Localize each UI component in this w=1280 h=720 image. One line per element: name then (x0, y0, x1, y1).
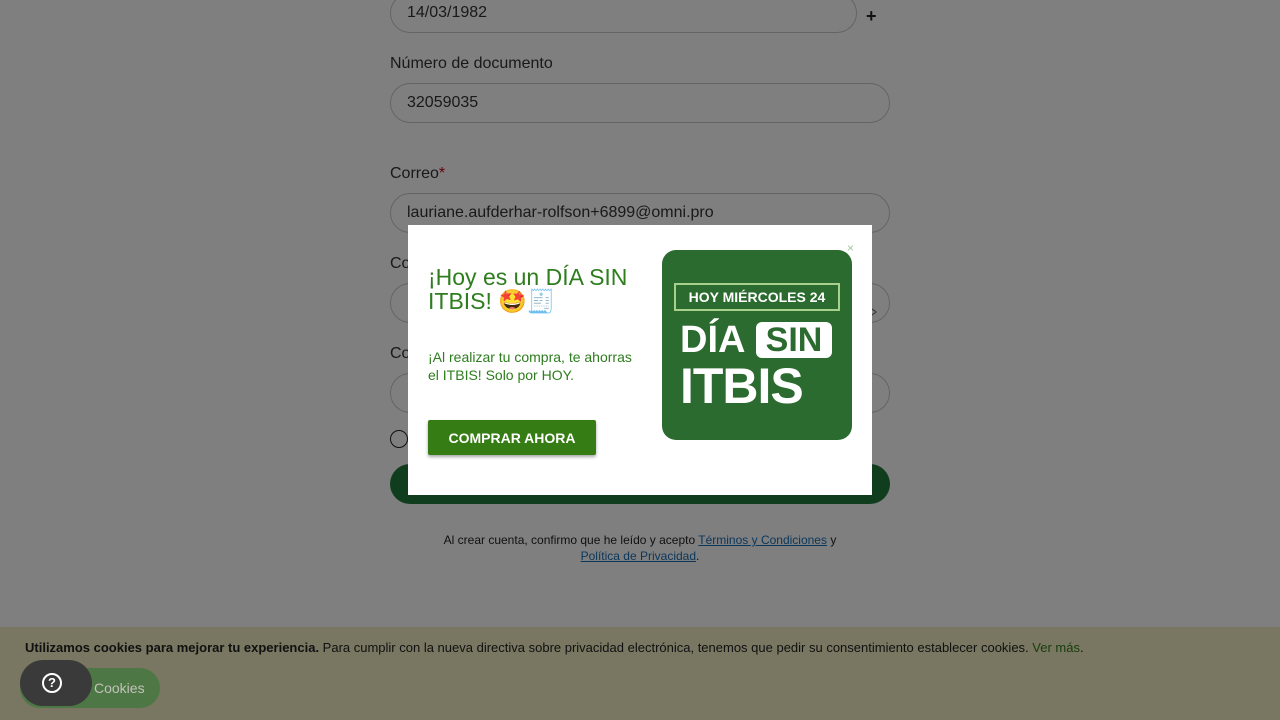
promo-dia: DÍA (680, 319, 746, 361)
modal-title: ¡Hoy es un DÍA SIN ITBIS! 🤩🧾 (428, 264, 628, 314)
buy-now-button[interactable]: COMPRAR AHORA (428, 420, 596, 455)
promo-modal: × ¡Hoy es un DÍA SIN ITBIS! 🤩🧾 ¡Al reali… (408, 225, 872, 495)
close-icon[interactable]: × (847, 241, 854, 255)
promo-date: HOY MIÉRCOLES 24 (674, 283, 840, 311)
promo-sin: SIN (756, 322, 832, 358)
modal-subtitle: ¡Al realizar tu compra, te ahorras el IT… (428, 349, 632, 383)
help-button[interactable]: ? (20, 660, 92, 706)
help-icon: ? (42, 673, 62, 693)
promo-image: HOY MIÉRCOLES 24 DÍA SIN ITBIS (662, 250, 852, 440)
promo-itbis: ITBIS (680, 358, 804, 414)
